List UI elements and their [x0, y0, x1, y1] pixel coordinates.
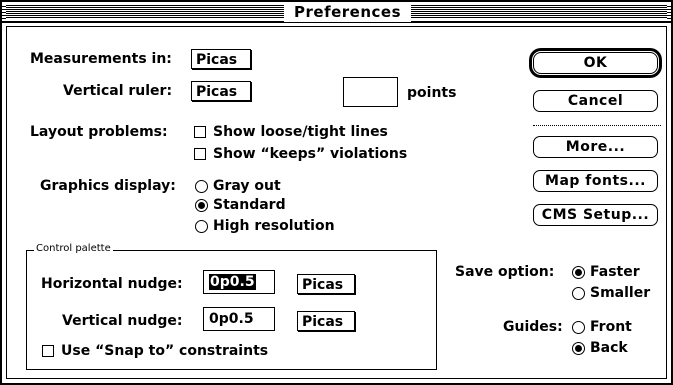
cancel-button[interactable]: Cancel — [533, 90, 658, 112]
vertical-nudge-unit-popup[interactable]: Picas — [297, 311, 355, 331]
high-resolution-radio[interactable] — [195, 220, 208, 233]
front-label[interactable]: Front — [590, 318, 632, 336]
guides-label: Guides: — [503, 319, 563, 335]
smaller-label[interactable]: Smaller — [590, 284, 650, 302]
button-separator — [533, 125, 661, 126]
vertical-nudge-label: Vertical nudge: — [62, 313, 183, 329]
measurements-popup[interactable]: Picas — [191, 49, 251, 69]
show-loose-tight-label[interactable]: Show loose/tight lines — [213, 123, 388, 141]
snap-to-label[interactable]: Use “Snap to” constraints — [61, 342, 268, 360]
horizontal-nudge-value: 0p0.5 — [209, 274, 256, 290]
show-keeps-violations-checkbox[interactable] — [194, 148, 206, 160]
faster-label[interactable]: Faster — [590, 263, 640, 281]
ok-button[interactable]: OK — [533, 52, 658, 74]
show-keeps-violations-label[interactable]: Show “keeps” violations — [213, 145, 407, 163]
layout-problems-label: Layout problems: — [30, 124, 168, 140]
points-label: points — [407, 85, 457, 101]
window-title: Preferences — [284, 2, 412, 22]
more-button[interactable]: More... — [533, 136, 658, 158]
back-label[interactable]: Back — [590, 339, 628, 357]
faster-radio[interactable] — [572, 266, 585, 279]
vertical-ruler-popup[interactable]: Picas — [191, 81, 251, 101]
cms-setup-button[interactable]: CMS Setup... — [533, 204, 658, 226]
control-palette-label: Control palette — [34, 243, 113, 255]
standard-label[interactable]: Standard — [213, 196, 286, 214]
vertical-ruler-points-field[interactable] — [343, 77, 398, 107]
horizontal-nudge-field[interactable]: 0p0.5 — [203, 270, 275, 294]
horizontal-nudge-label: Horizontal nudge: — [41, 276, 183, 292]
vertical-nudge-field[interactable]: 0p0.5 — [203, 307, 275, 331]
show-loose-tight-checkbox[interactable] — [194, 126, 206, 138]
snap-to-checkbox[interactable] — [42, 345, 54, 357]
vertical-ruler-label: Vertical ruler: — [63, 83, 173, 99]
smaller-radio[interactable] — [572, 287, 585, 300]
standard-radio[interactable] — [195, 199, 208, 212]
map-fonts-button[interactable]: Map fonts... — [533, 170, 658, 192]
horizontal-nudge-unit-popup[interactable]: Picas — [297, 274, 355, 294]
save-option-label: Save option: — [455, 264, 555, 280]
measurements-label: Measurements in: — [30, 51, 172, 67]
gray-out-label[interactable]: Gray out — [213, 177, 281, 195]
gray-out-radio[interactable] — [195, 180, 208, 193]
front-radio[interactable] — [572, 321, 585, 334]
high-resolution-label[interactable]: High resolution — [213, 217, 335, 235]
back-radio[interactable] — [572, 342, 585, 355]
graphics-display-label: Graphics display: — [40, 178, 176, 194]
title-bar[interactable]: Preferences — [2, 2, 671, 23]
